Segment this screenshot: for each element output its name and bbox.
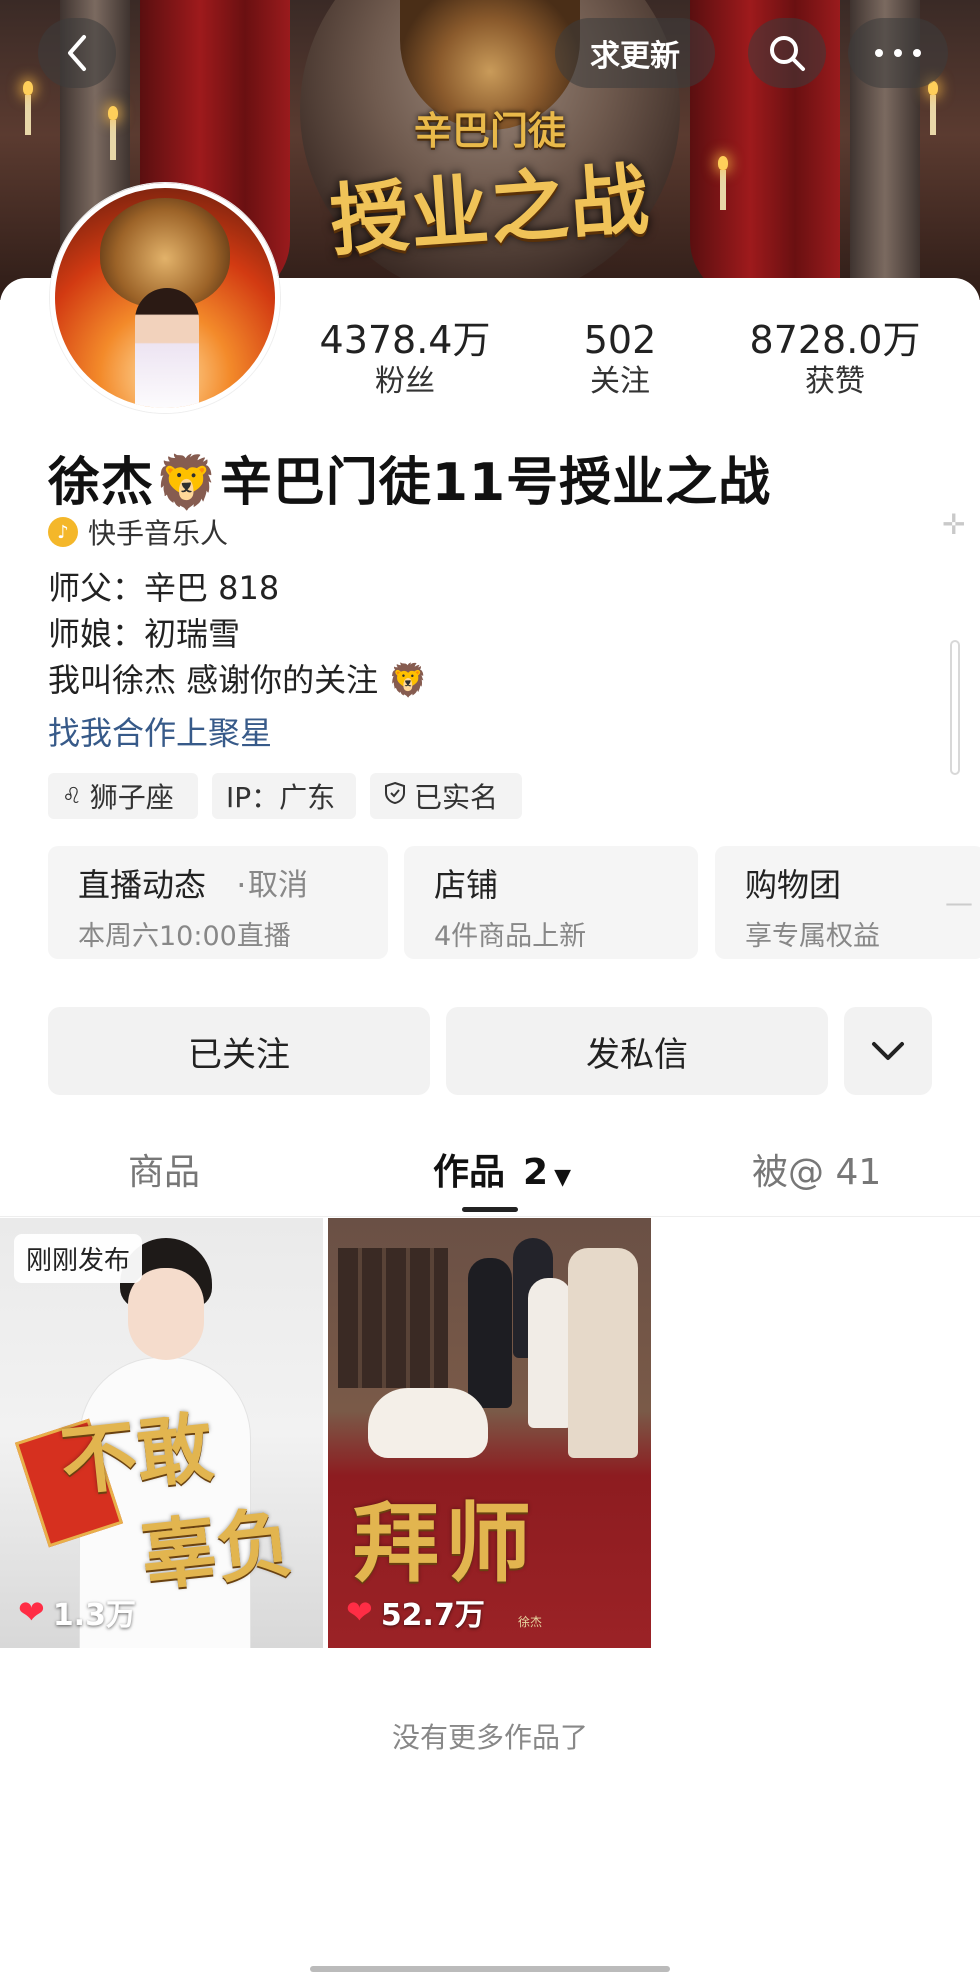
tag-ip: IP：广东 <box>212 773 356 819</box>
feature-title: 店铺 <box>434 866 499 904</box>
tag-verified: 已实名 <box>370 773 522 819</box>
collapse-icon: — <box>945 886 973 919</box>
shopping-group-card[interactable]: 购物团 享专属权益 — <box>715 846 980 959</box>
kneeling-person <box>368 1388 488 1458</box>
likes-count: 1.3万 <box>52 1598 136 1633</box>
tab-count: 2 <box>523 1152 549 1193</box>
video-person <box>528 1278 572 1428</box>
more-button[interactable] <box>848 18 948 88</box>
shop-card[interactable]: 店铺 4件商品上新 <box>404 846 698 959</box>
musician-label: 快手音乐人 <box>88 517 229 550</box>
expand-button[interactable] <box>844 1007 932 1095</box>
folding-screen <box>338 1248 448 1388</box>
feature-subtitle: 4件商品上新 <box>434 921 587 952</box>
stat-value: 4378.4万 <box>319 318 491 362</box>
candle <box>108 106 118 160</box>
tab-label: 作品 <box>433 1152 506 1193</box>
video-thumbnail[interactable]: 不敢 辜负 刚刚发布 ❤ 1.3万 <box>0 1218 323 1648</box>
video-person <box>468 1258 512 1408</box>
bio-line: 师父：辛巴 818 <box>48 569 280 607</box>
video-likes: ❤ 52.7万 <box>346 1590 485 1634</box>
divider <box>0 1216 980 1217</box>
stat-label: 获赞 <box>805 364 865 399</box>
tab-mentions[interactable]: 被@ 41 <box>752 1143 881 1195</box>
home-indicator[interactable] <box>310 1966 670 1972</box>
stat-fans[interactable]: 4378.4万 粉丝 <box>305 318 505 402</box>
feature-subtitle: 享专属权益 <box>745 921 880 952</box>
tag-label: 已实名 <box>414 781 499 814</box>
stat-likes[interactable]: 8728.0万 获赞 <box>735 318 935 402</box>
caret-down-icon: ▼ <box>554 1165 571 1190</box>
send-message-button[interactable]: 发私信 <box>446 1007 828 1095</box>
heart-icon: ❤ <box>18 1593 45 1631</box>
bio-scrollbar[interactable] <box>950 640 960 775</box>
no-more-works-text: 没有更多作品了 <box>391 1721 588 1754</box>
avatar[interactable] <box>50 183 280 413</box>
video-title: 拜师 <box>353 1493 537 1594</box>
stat-following[interactable]: 502 关注 <box>520 318 720 402</box>
shield-check-icon <box>384 781 406 811</box>
stat-label: 关注 <box>590 364 650 399</box>
tag-zodiac: ♌ 狮子座 <box>48 773 198 819</box>
heart-icon: ❤ <box>346 1593 373 1631</box>
bio-line: 师娘：初瑞雪 <box>48 615 241 653</box>
video-likes: ❤ 1.3万 <box>18 1590 136 1634</box>
candle <box>718 156 728 210</box>
chevron-down-icon <box>872 1042 904 1060</box>
chevron-left-icon <box>68 35 86 71</box>
new-post-badge: 刚刚发布 <box>14 1234 143 1283</box>
candle <box>928 81 938 135</box>
profile-name: 徐杰🦁辛巴门徒11号授业之战 <box>48 453 772 513</box>
likes-count: 52.7万 <box>380 1598 485 1633</box>
video-watermark: 徐杰 <box>518 1615 543 1629</box>
active-tab-indicator <box>462 1207 518 1212</box>
video-person <box>568 1248 638 1458</box>
music-note-icon: ♪ <box>48 517 78 547</box>
request-update-button[interactable]: 求更新 <box>555 18 715 88</box>
stat-value: 8728.0万 <box>749 318 921 362</box>
stat-label: 粉丝 <box>375 364 435 399</box>
live-schedule-card[interactable]: 直播动态 · 取消 本周六10:00直播 <box>48 846 388 959</box>
followed-button[interactable]: 已关注 <box>48 1007 430 1095</box>
video-title: 辜负 <box>136 1497 297 1602</box>
video-thumbnail[interactable]: 拜师 徐杰 ❤ 52.7万 <box>328 1218 651 1648</box>
feature-title: 直播动态 · <box>78 866 247 904</box>
back-button[interactable] <box>38 18 116 88</box>
tab-works[interactable]: 作品 2 ▼ <box>433 1143 571 1195</box>
feature-subtitle: 本周六10:00直播 <box>78 921 291 952</box>
separator-dot: · <box>236 866 247 904</box>
candle <box>23 81 33 135</box>
stat-value: 502 <box>583 318 657 362</box>
more-dots-icon <box>875 49 921 57</box>
tab-goods[interactable]: 商品 <box>128 1143 200 1195</box>
tag-label: IP：广东 <box>226 781 336 814</box>
cancel-live-reminder-button[interactable]: 取消 <box>248 860 308 904</box>
search-button[interactable] <box>748 18 826 88</box>
search-icon <box>770 36 805 71</box>
plus-icon[interactable]: ✛ <box>942 508 965 541</box>
avatar-person <box>135 288 199 408</box>
bio-line: 我叫徐杰 感谢你的关注 🦁 <box>48 661 429 699</box>
musician-badge[interactable]: ♪ 快手音乐人 <box>48 512 228 552</box>
tag-label: 狮子座 <box>89 781 174 814</box>
cooperation-link[interactable]: 找我合作上聚星 <box>48 708 272 754</box>
zodiac-icon: ♌ <box>62 783 82 809</box>
